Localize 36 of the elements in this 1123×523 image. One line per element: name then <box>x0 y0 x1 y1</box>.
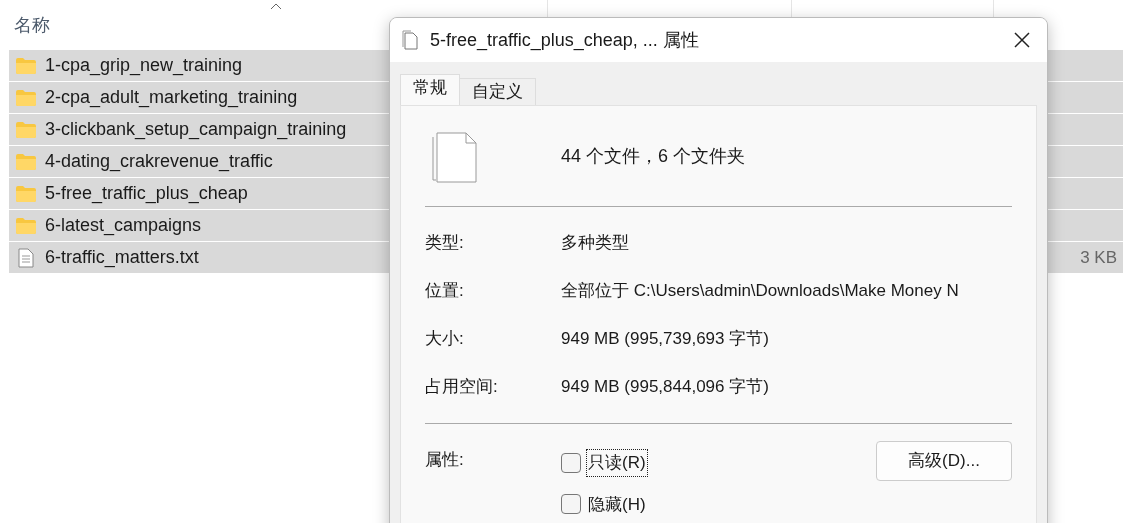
document-icon <box>402 30 420 50</box>
field-label: 属性: <box>425 449 465 471</box>
field-value: 949 MB (995,739,693 字节) <box>561 328 769 351</box>
folder-icon <box>15 88 37 107</box>
file-name: 5-free_traffic_plus_cheap <box>45 182 248 206</box>
text-file-icon <box>18 247 34 268</box>
field-value: 949 MB (995,844,096 字节) <box>561 376 769 399</box>
file-name: 6-traffic_matters.txt <box>45 246 199 270</box>
file-name: 4-dating_crakrevenue_traffic <box>45 150 273 174</box>
tab[interactable]: 常规 <box>400 74 460 105</box>
file-name: 6-latest_campaigns <box>45 214 202 238</box>
field-value: 多种类型 <box>561 232 629 255</box>
tab[interactable]: 自定义 <box>459 78 536 105</box>
close-icon <box>1013 31 1031 49</box>
checkbox[interactable] <box>561 452 581 473</box>
checkbox-label: 隐藏(H) <box>587 493 647 516</box>
file-name: 3-clickbank_setup_campaign_training <box>45 118 347 142</box>
checkbox[interactable] <box>561 494 581 515</box>
folder-icon <box>15 216 37 235</box>
file-name: 1-cpa_grip_new_training <box>45 54 243 78</box>
advanced-button[interactable]: 高级(D)... <box>876 441 1012 481</box>
folder-icon <box>15 120 37 139</box>
window-title: 5-free_traffic_plus_cheap, ... 属性 <box>430 28 699 53</box>
file-name: 2-cpa_adult_marketing_training <box>45 86 298 110</box>
field-value: 全部位于 C:\Users\admin\Downloads\Make Money N <box>561 280 959 303</box>
folder-icon <box>15 184 37 203</box>
column-header[interactable]: 名称 <box>14 11 50 39</box>
folder-icon <box>15 152 37 171</box>
checkbox-label: 只读(R) <box>586 449 648 477</box>
field-label: 类型: <box>425 232 465 255</box>
file-size: 3 KB <box>1080 246 1117 269</box>
field-label: 大小: <box>425 328 465 351</box>
summary-text: 44 个文件，6 个文件夹 <box>561 144 746 168</box>
field-label: 占用空间: <box>425 376 499 399</box>
folder-icon <box>15 56 37 75</box>
field-label: 位置: <box>425 280 465 303</box>
